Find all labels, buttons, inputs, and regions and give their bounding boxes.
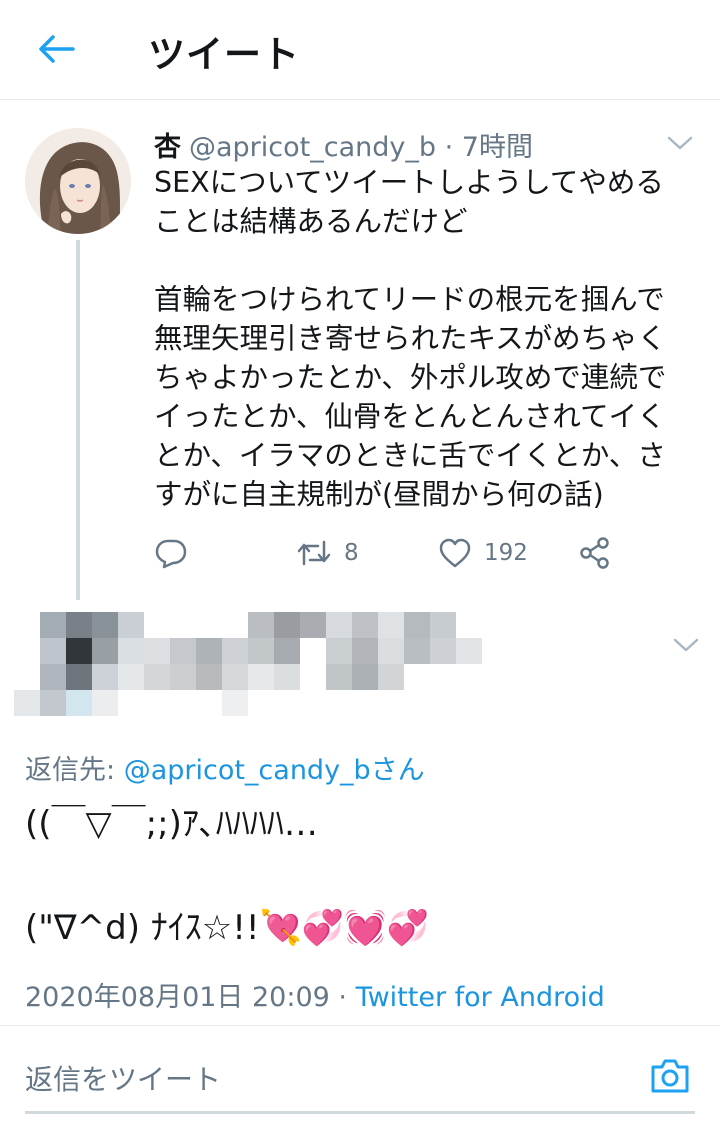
author-handle[interactable]: @apricot_candy_b: [189, 132, 436, 163]
reply-menu-button[interactable]: [668, 630, 704, 660]
heart-icon: [439, 538, 471, 568]
share-icon: [580, 537, 609, 569]
like-action[interactable]: 192: [438, 530, 528, 576]
retweet-action[interactable]: 8: [296, 530, 359, 576]
reply-icon: [155, 539, 187, 569]
reply-placeholder[interactable]: 返信をツイート: [25, 1058, 221, 1098]
tweet-source-link[interactable]: Twitter for Android: [356, 982, 605, 1013]
censored-author-mosaic: [0, 590, 540, 730]
page-title: ツイート: [148, 33, 300, 76]
mosaic-pattern: [0, 600, 540, 720]
tweet-actions: 8 192: [154, 530, 634, 576]
camera-button[interactable]: [647, 1054, 693, 1098]
reply-to-line: 返信先: @apricot_candy_bさん: [25, 748, 425, 787]
chevron-down-icon: [667, 136, 693, 150]
retweet-icon: [297, 540, 331, 566]
reply-text: ((￣▽￣;;)ｱ､ﾊﾊﾊﾊ… ("∇^d) ﾅｲｽ☆!!💘💞💓💞: [25, 804, 429, 948]
like-count: 192: [484, 540, 528, 566]
retweet-count: 8: [344, 540, 359, 566]
tweet-time[interactable]: 7時間: [462, 132, 533, 163]
author-name[interactable]: 杏: [154, 132, 181, 163]
reply-to-handle[interactable]: @apricot_candy_bさん: [124, 755, 425, 786]
avatar[interactable]: [25, 128, 131, 234]
camera-icon: [651, 1059, 689, 1093]
divider: [0, 1025, 720, 1026]
tweet-datetime: 2020年08月01日 20:09: [25, 982, 330, 1013]
reply-to-label: 返信先:: [25, 755, 124, 786]
back-button[interactable]: [34, 26, 80, 72]
chevron-down-icon: [673, 638, 699, 652]
thread-connector: [76, 240, 80, 606]
tweet-text: SEXについてツイートしようしてやめる ことは結構あるんだけど 首輪をつけられて…: [154, 166, 667, 511]
arrow-left-icon: [39, 35, 75, 63]
tweet-menu-button[interactable]: [662, 128, 698, 158]
tweet-header: 杏 @apricot_candy_b · 7時間: [154, 125, 533, 164]
avatar-illustration: [25, 128, 131, 234]
share-action[interactable]: [578, 530, 612, 576]
header-separator: ·: [444, 132, 454, 163]
reply-action[interactable]: [154, 530, 188, 576]
tweet-meta: 2020年08月01日 20:09 · Twitter for Android: [25, 975, 605, 1014]
meta-separator: ·: [329, 982, 356, 1013]
reply-compose[interactable]: 返信をツイート: [25, 1048, 695, 1114]
top-app-bar: ツイート: [0, 0, 720, 100]
